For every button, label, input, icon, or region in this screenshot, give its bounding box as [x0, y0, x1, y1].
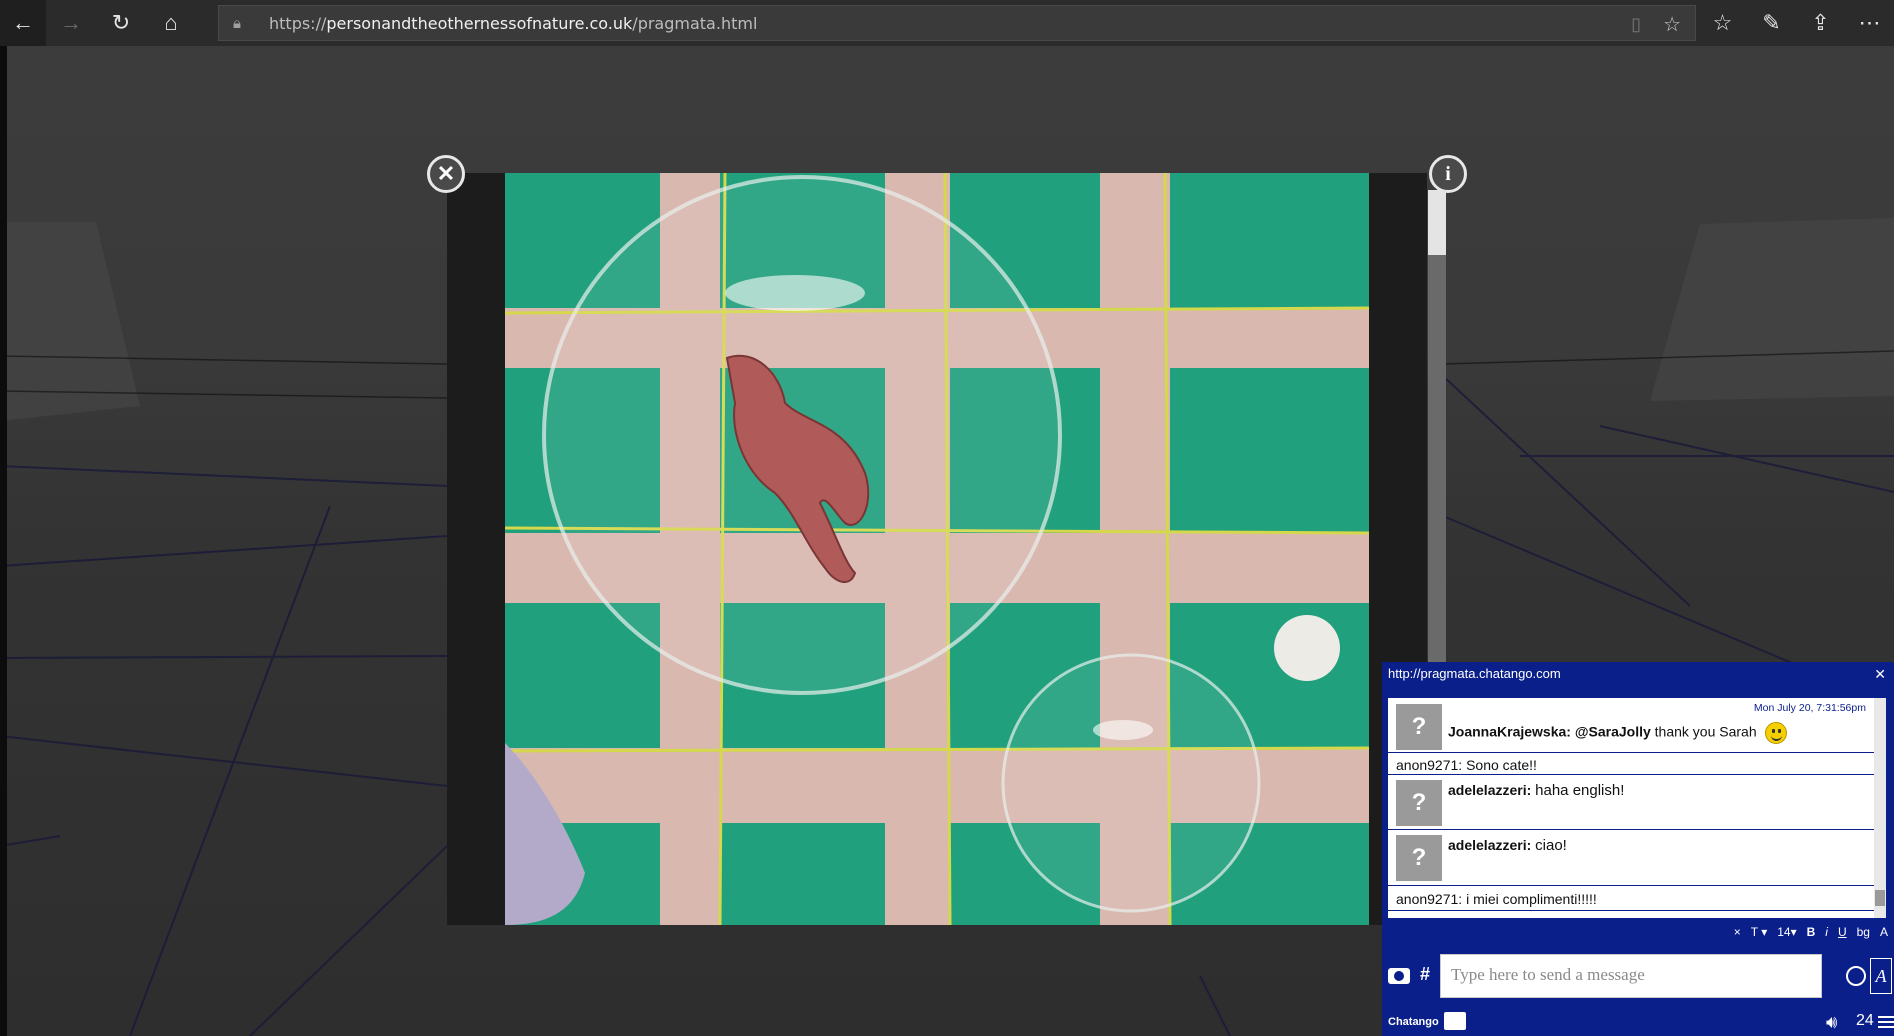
close-viewer-button[interactable]: ✕ [427, 155, 465, 193]
speaker-icon[interactable]: 🔊︎ [1826, 1012, 1837, 1033]
user-count[interactable]: 24 [1856, 1012, 1874, 1030]
font-select[interactable]: T ▾ [1751, 925, 1767, 939]
artwork-image [505, 173, 1369, 925]
bold-button[interactable]: B [1807, 925, 1816, 939]
scene-edge [0, 46, 7, 1036]
avatar[interactable]: ? [1396, 704, 1442, 750]
smiley-emoji-icon [1764, 722, 1787, 744]
home-icon[interactable]: ⌂ [146, 0, 196, 46]
format-toolbar: × T ▾ 14▾ B i U bg A [1734, 924, 1888, 940]
avatar[interactable]: ? [1396, 780, 1442, 826]
camera-icon[interactable] [1388, 968, 1410, 984]
message-text: ciao! [1535, 837, 1567, 854]
chat-url[interactable]: http://pragmata.chatango.com [1388, 666, 1561, 681]
info-button[interactable]: i [1429, 155, 1467, 193]
text-style-button[interactable]: A [1870, 958, 1892, 994]
message-text: Sono cate!! [1466, 757, 1537, 773]
message-text: thank you Sarah [1654, 723, 1757, 740]
message-text: i miei complimenti!!!!! [1466, 891, 1597, 907]
message-user[interactable]: adelelazzeri: [1448, 782, 1531, 798]
avatar[interactable]: ? [1396, 835, 1442, 881]
italic-button[interactable]: i [1825, 925, 1828, 939]
message-input[interactable]: Type here to send a message [1440, 954, 1822, 998]
chat-widget: http://pragmata.chatango.com ✕ Mon July … [1382, 662, 1894, 1036]
viewer-scrollbar[interactable] [1428, 190, 1446, 666]
chat-message: ? adelelazzeri: ciao! [1388, 831, 1874, 886]
favorite-star-icon[interactable]: ☆ [1663, 12, 1681, 37]
chatango-brand[interactable]: Chatango [1388, 1016, 1439, 1028]
bg-button[interactable]: bg [1857, 925, 1870, 939]
chat-header: http://pragmata.chatango.com ✕ [1382, 662, 1894, 692]
text-color-button[interactable]: A [1880, 925, 1888, 939]
hashtag-button[interactable]: # [1420, 964, 1430, 985]
chat-message: ? adelelazzeri: haha english! [1388, 776, 1874, 830]
viewer-scroll-thumb[interactable] [1428, 190, 1446, 255]
chat-message: Mon July 20, 7:31:56pm ? JoannaKrajewska… [1388, 698, 1874, 753]
message-mention: @SaraJolly [1574, 723, 1651, 740]
artwork-photo [505, 173, 1369, 925]
underline-button[interactable]: U [1838, 925, 1847, 939]
font-size-select[interactable]: 14▾ [1777, 925, 1796, 939]
message-scrollbar[interactable] [1874, 698, 1886, 918]
message-user[interactable]: anon9271: [1396, 891, 1462, 907]
back-arrow-icon[interactable]: ← [0, 0, 46, 46]
favorites-hub-icon[interactable]: ☆ [1698, 0, 1747, 46]
refresh-icon[interactable]: ↻ [96, 0, 146, 46]
address-bar[interactable]: 🔒︎ https://personandtheothernessofnature… [218, 5, 1696, 41]
chat-message: anon9271: Sono cate!! [1388, 753, 1874, 775]
chat-message: anon9271: i miei complimenti!!!!! [1388, 887, 1874, 911]
clear-format-button[interactable]: × [1734, 925, 1741, 939]
chat-bubble-icon[interactable] [1444, 1012, 1466, 1030]
chat-close-icon[interactable]: ✕ [1874, 666, 1886, 683]
message-input-row: # Type here to send a message A [1382, 954, 1894, 1002]
browser-toolbar: ← → ↻ ⌂ 🔒︎ https://personandtheotherness… [0, 0, 1894, 46]
message-user[interactable]: JoannaKrajewska: [1448, 724, 1571, 740]
menu-icon[interactable] [1878, 1016, 1894, 1028]
message-time: Mon July 20, 7:31:56pm [1753, 702, 1866, 714]
message-list[interactable]: Mon July 20, 7:31:56pm ? JoannaKrajewska… [1388, 698, 1874, 918]
message-text: haha english! [1535, 782, 1625, 799]
web-note-icon[interactable]: ✎ [1747, 0, 1796, 46]
emoji-icon[interactable] [1846, 966, 1866, 986]
lock-icon: 🔒︎ [233, 14, 241, 32]
more-icon[interactable]: ⋯ [1845, 0, 1894, 46]
message-scroll-thumb[interactable] [1875, 890, 1885, 906]
message-user[interactable]: adelelazzeri: [1448, 837, 1531, 853]
chat-footer: Chatango 🔊︎ 24 [1382, 1006, 1894, 1036]
message-user[interactable]: anon9271: [1396, 757, 1462, 773]
share-icon[interactable]: ⇪ [1796, 0, 1845, 46]
reading-view-icon[interactable]: ▯ [1631, 14, 1641, 35]
url-text: https://personandtheothernessofnature.co… [269, 13, 758, 33]
forward-arrow-icon[interactable]: → [46, 0, 96, 46]
